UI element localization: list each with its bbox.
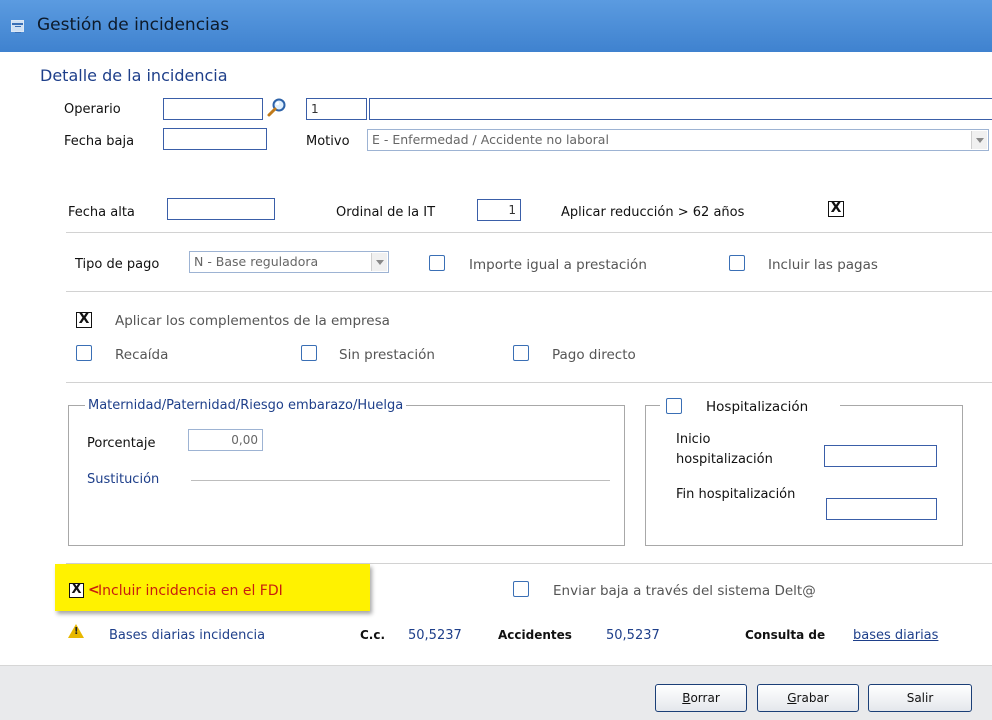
- incluir-fdi-label: Incluir incidencia en el FDI: [98, 583, 283, 599]
- accidentes-value: 50,5237: [606, 628, 660, 643]
- inicio-hospitalizacion-label-1: Inicio: [676, 432, 711, 447]
- pago-directo-checkbox[interactable]: [513, 345, 529, 361]
- recaida-checkbox[interactable]: [76, 345, 92, 361]
- complementos-checkbox[interactable]: X: [76, 312, 92, 328]
- consulta-label: Consulta de: [745, 628, 826, 642]
- tipo-pago-select[interactable]: N - Base reguladora: [189, 251, 389, 273]
- hospitalizacion-label: Hospitalización: [706, 399, 809, 415]
- porcentaje-input[interactable]: 0,00: [188, 429, 263, 451]
- complementos-label: Aplicar los complementos de la empresa: [115, 313, 390, 329]
- aplicar-reduccion-checkbox[interactable]: X: [828, 201, 844, 217]
- window-icon: [11, 20, 24, 33]
- importe-igual-label: Importe igual a prestación: [469, 257, 647, 273]
- inicio-hospitalizacion-label-2: hospitalización: [676, 452, 773, 467]
- fecha-alta-label: Fecha alta: [68, 205, 135, 220]
- section-title: Detalle de la incidencia: [40, 66, 228, 85]
- bases-label: Bases diarias incidencia: [109, 628, 266, 643]
- motivo-value: E - Enfermedad / Accidente no laboral: [372, 132, 609, 147]
- pago-directo-label: Pago directo: [552, 347, 636, 363]
- sin-prestacion-checkbox[interactable]: [301, 345, 317, 361]
- cc-value: 50,5237: [408, 628, 462, 643]
- delta-checkbox[interactable]: [513, 581, 529, 597]
- divider: [66, 291, 992, 292]
- borrar-button[interactable]: Borrar: [655, 684, 747, 712]
- maternidad-legend: Maternidad/Paternidad/Riesgo embarazo/Hu…: [85, 398, 407, 413]
- search-icon[interactable]: [266, 97, 288, 119]
- operario-name-input[interactable]: [369, 98, 992, 120]
- sustitucion-label: Sustitución: [87, 472, 160, 487]
- incluir-pagas-label: Incluir las pagas: [768, 257, 878, 273]
- divider: [66, 382, 992, 383]
- tipo-pago-label: Tipo de pago: [75, 257, 160, 272]
- cc-label: C.c.: [360, 628, 386, 642]
- fecha-baja-input[interactable]: [163, 128, 267, 150]
- salir-button[interactable]: Salir: [868, 684, 972, 712]
- inicio-hospitalizacion-input[interactable]: [824, 445, 937, 467]
- fin-hospitalizacion-input[interactable]: [826, 498, 937, 520]
- dropdown-arrow-icon[interactable]: [371, 253, 387, 271]
- importe-igual-checkbox[interactable]: [429, 255, 445, 271]
- motivo-label: Motivo: [306, 134, 350, 149]
- incluir-fdi-checkbox[interactable]: X: [69, 583, 84, 598]
- ordinal-it-input[interactable]: 1: [477, 199, 521, 221]
- fin-hospitalizacion-label: Fin hospitalización: [676, 487, 796, 502]
- window-title: Gestión de incidencias: [37, 15, 230, 35]
- hospitalizacion-legend: Hospitalización: [660, 396, 840, 418]
- incluir-pagas-checkbox[interactable]: [729, 255, 745, 271]
- fecha-baja-label: Fecha baja: [64, 134, 135, 149]
- hospitalizacion-groupbox: [645, 405, 963, 546]
- aplicar-reduccion-label: Aplicar reducción > 62 años: [561, 205, 745, 220]
- warning-icon: !: [68, 624, 84, 638]
- tipo-pago-value: N - Base reguladora: [194, 254, 319, 269]
- motivo-select[interactable]: E - Enfermedad / Accidente no laboral: [367, 129, 989, 151]
- ordinal-it-label: Ordinal de la IT: [336, 205, 436, 220]
- porcentaje-label: Porcentaje: [87, 436, 156, 451]
- operario-label: Operario: [64, 102, 121, 117]
- hospitalizacion-checkbox[interactable]: [666, 398, 682, 414]
- operario-code-input[interactable]: [163, 98, 263, 120]
- grabar-button[interactable]: Grabar: [757, 684, 859, 712]
- operario-number-input[interactable]: 1: [306, 98, 367, 120]
- fecha-alta-input[interactable]: [167, 198, 275, 220]
- bases-diarias-link[interactable]: bases diarias: [853, 628, 938, 643]
- sin-prestacion-label: Sin prestación: [339, 347, 435, 363]
- delta-label: Enviar baja a través del sistema Delt@: [553, 583, 816, 599]
- divider: [66, 232, 992, 233]
- recaida-label: Recaída: [115, 347, 169, 363]
- sustitucion-divider: [191, 480, 610, 481]
- accidentes-label: Accidentes: [498, 628, 572, 642]
- dropdown-arrow-icon[interactable]: [971, 131, 987, 149]
